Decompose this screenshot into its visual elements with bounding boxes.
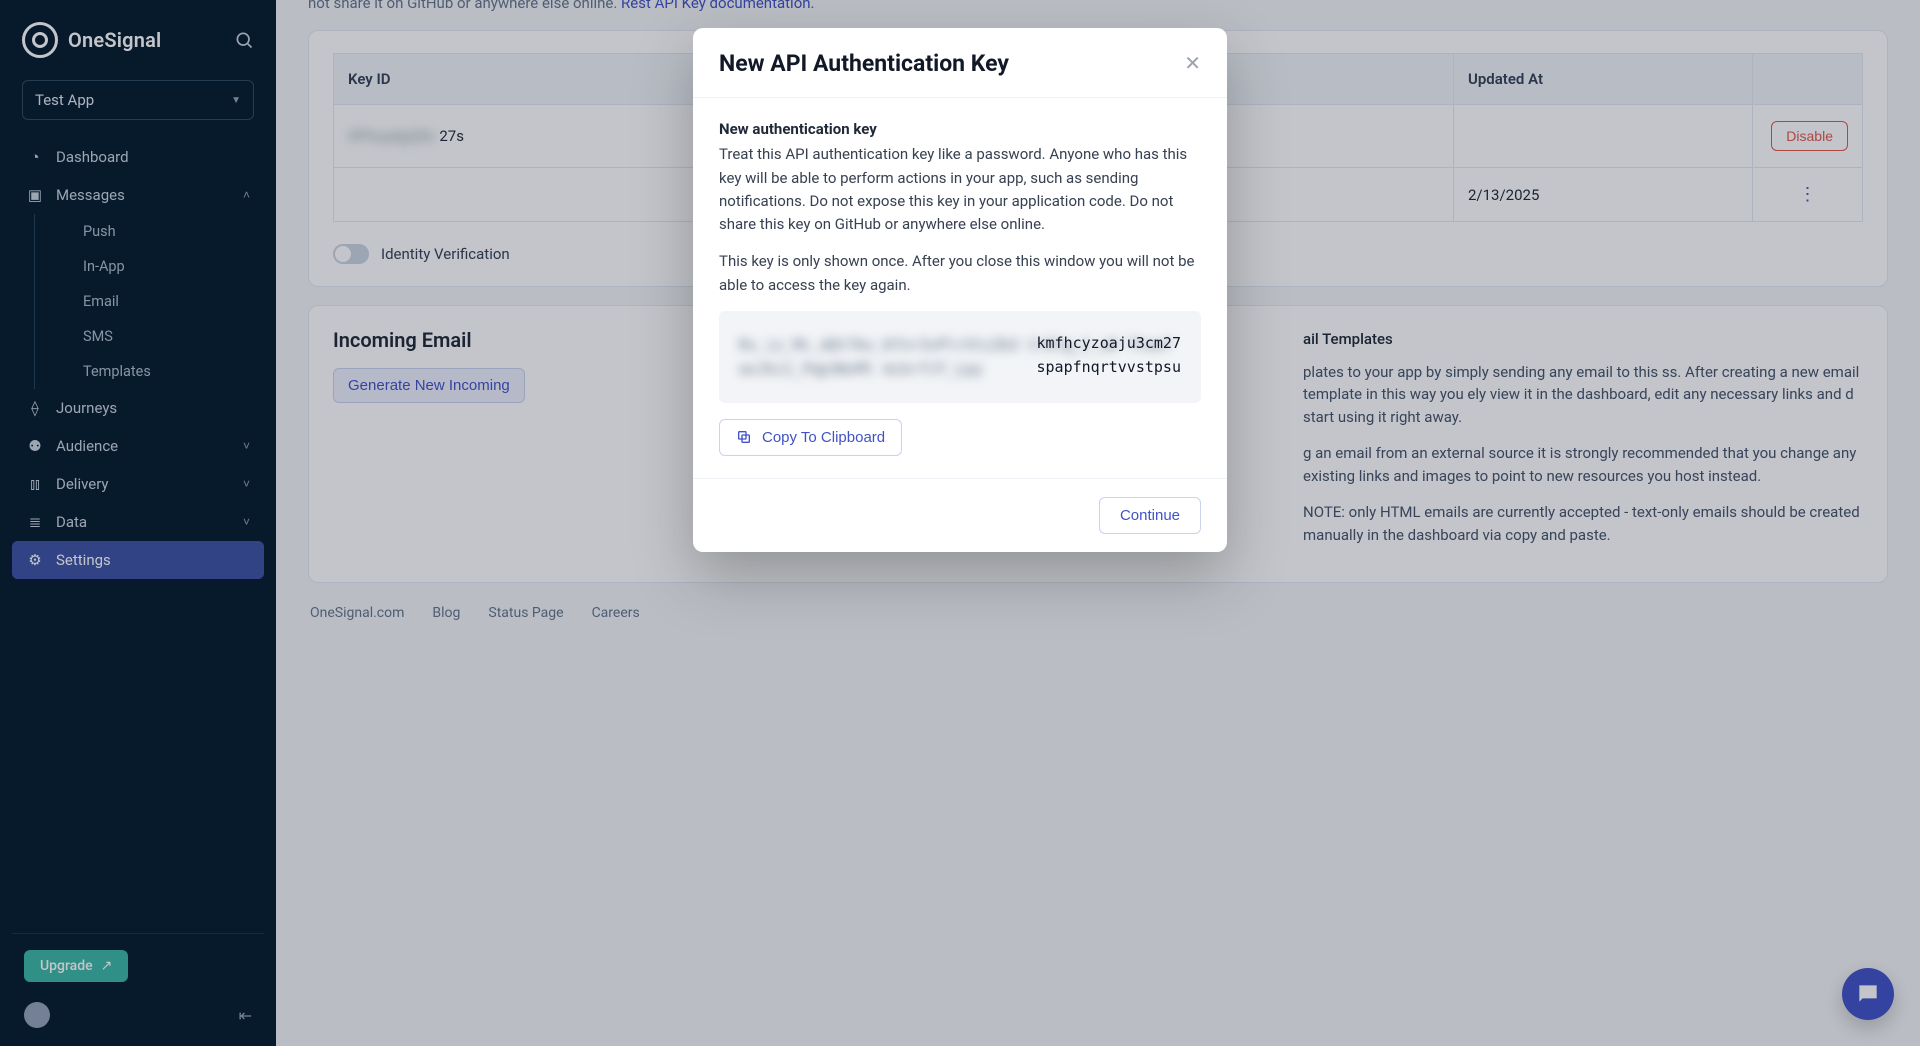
- api-key-tail-1: kmfhcyzoaju3cm27: [1037, 334, 1182, 352]
- new-api-key-modal: New API Authentication Key ✕ New authent…: [693, 28, 1227, 552]
- copy-button-label: Copy To Clipboard: [762, 429, 885, 446]
- api-key-display: Rv_iz_Mc_dQt7bv_Kfnr3vPlrVtzZb3 Cr6lg_C_…: [719, 311, 1201, 403]
- modal-lead: New authentication key: [719, 118, 1201, 141]
- modal-overlay[interactable]: New API Authentication Key ✕ New authent…: [0, 0, 1920, 1046]
- modal-title: New API Authentication Key: [719, 50, 1009, 77]
- api-key-visible-tail: kmfhcyzoaju3cm27 spapfnqrtvvstpsu: [1037, 331, 1182, 379]
- copy-to-clipboard-button[interactable]: Copy To Clipboard: [719, 419, 902, 456]
- continue-button[interactable]: Continue: [1099, 497, 1201, 534]
- modal-p2: This key is only shown once. After you c…: [719, 250, 1201, 297]
- copy-icon: [736, 429, 752, 445]
- modal-p1: Treat this API authentication key like a…: [719, 143, 1201, 236]
- api-key-tail-2: spapfnqrtvvstpsu: [1037, 358, 1182, 376]
- close-icon[interactable]: ✕: [1184, 51, 1201, 76]
